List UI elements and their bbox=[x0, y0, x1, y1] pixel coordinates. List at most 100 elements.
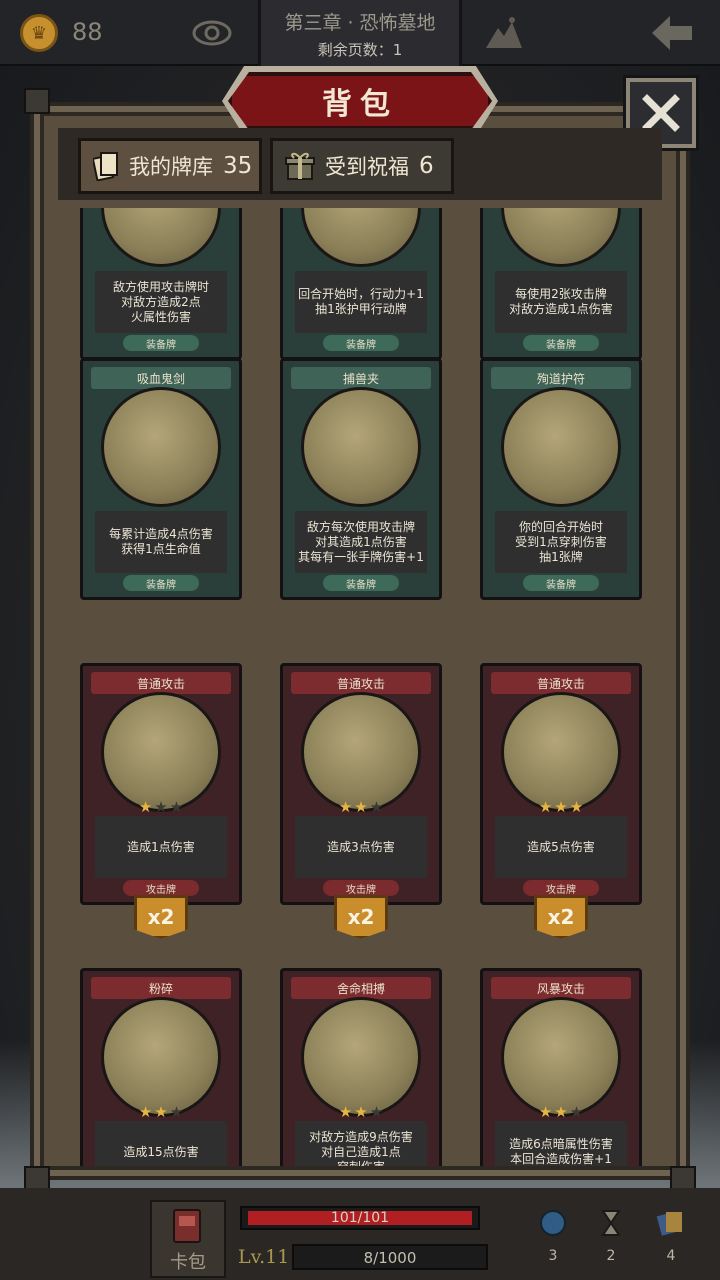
resource-count: 2 bbox=[606, 1248, 616, 1264]
card-description: 每累计造成4点伤害 获得1点生命值 bbox=[95, 511, 227, 573]
card[interactable]: 吸血鬼剑每累计造成4点伤害 获得1点生命值装备牌 bbox=[80, 358, 242, 600]
card-count-badge: x2 bbox=[334, 895, 388, 939]
star-rating: ★ ★ ★ bbox=[83, 798, 239, 816]
card-name: 普通攻击 bbox=[91, 672, 231, 694]
star-rating: ★ ★ ★ bbox=[83, 1103, 239, 1121]
card-name: 普通攻击 bbox=[491, 672, 631, 694]
star-icon: ★ bbox=[338, 1103, 353, 1121]
orb-icon bbox=[540, 1210, 566, 1236]
level-label: Lv.11 bbox=[238, 1246, 290, 1268]
star-icon: ★ bbox=[554, 798, 568, 816]
card[interactable]: 普通攻击 ★ ★ ★ 造成1点伤害 攻击牌 bbox=[80, 663, 242, 905]
card-description: 造成3点伤害 bbox=[295, 816, 427, 878]
card-type-label: 装备牌 bbox=[123, 335, 199, 351]
card[interactable]: 粉碎 ★ ★ ★ 造成15点伤害 bbox=[80, 968, 242, 1166]
card-description: 造成5点伤害 bbox=[495, 816, 627, 878]
card-description: 敌方使用攻击牌时 对敌方造成2点 火属性伤害 bbox=[95, 271, 227, 333]
star-icon: ★ bbox=[138, 1103, 153, 1121]
cards-icon bbox=[93, 152, 118, 181]
card-description: 造成6点暗属性伤害 本回合造成伤害+1 bbox=[495, 1121, 627, 1166]
card-name: 吸血鬼剑 bbox=[91, 367, 231, 389]
panel-title: 背包 bbox=[322, 87, 398, 122]
card-art bbox=[101, 387, 221, 507]
resource-orb[interactable]: 3 bbox=[528, 1208, 578, 1264]
card[interactable]: 普通攻击 ★ ★ ★ 造成3点伤害 攻击牌 bbox=[280, 663, 442, 905]
card[interactable]: 风暴攻击 ★ ★ ★ 造成6点暗属性伤害 本回合造成伤害+1 bbox=[480, 968, 642, 1166]
star-icon: ★ bbox=[554, 1103, 568, 1121]
card-name: 捕兽夹 bbox=[291, 367, 431, 389]
card-art bbox=[301, 387, 421, 507]
tab-bar: 我的牌库 35 受到祝福 6 bbox=[58, 128, 662, 200]
tab-label: 我的牌库 bbox=[129, 155, 213, 179]
hp-bar: 101/101 bbox=[240, 1206, 480, 1230]
resource-count: 4 bbox=[666, 1248, 676, 1264]
xp-text: 8/1000 bbox=[363, 1249, 417, 1267]
card-type-label: 攻击牌 bbox=[323, 880, 399, 896]
book-icon bbox=[173, 1209, 201, 1243]
card-type-label: 装备牌 bbox=[323, 575, 399, 591]
card-grid: 敌方使用攻击牌时 对敌方造成2点 火属性伤害 装备牌 回合开始时，行动力+1 抽1张… bbox=[60, 208, 660, 1166]
card-description: 回合开始时，行动力+1 抽1张护甲行动牌 bbox=[295, 271, 427, 333]
star-icon: ★ bbox=[569, 798, 584, 816]
star-icon: ★ bbox=[154, 798, 168, 816]
card[interactable]: 回合开始时，行动力+1 抽1张护甲行动牌 装备牌 bbox=[280, 208, 442, 360]
card-count-badge: x2 bbox=[534, 895, 588, 939]
star-rating: ★ ★ ★ bbox=[483, 798, 639, 816]
star-icon: ★ bbox=[169, 798, 184, 816]
card-art bbox=[501, 692, 621, 812]
star-icon: ★ bbox=[569, 1103, 584, 1121]
star-icon: ★ bbox=[138, 798, 153, 816]
card-type-label: 装备牌 bbox=[123, 575, 199, 591]
star-icon: ★ bbox=[338, 798, 353, 816]
star-rating: ★ ★ ★ bbox=[283, 798, 439, 816]
star-icon: ★ bbox=[538, 798, 553, 816]
hp-text: 101/101 bbox=[330, 1210, 390, 1226]
card-description: 敌方每次使用攻击牌 对其造成1点伤害 其每有一张手牌伤害+1 bbox=[295, 511, 427, 573]
coin-count: 88 bbox=[72, 18, 103, 46]
card-name: 殉道护符 bbox=[491, 367, 631, 389]
map-icon[interactable] bbox=[484, 14, 524, 50]
card-name: 粉碎 bbox=[91, 977, 231, 999]
top-status-bar: ♛ 88 第三章 · 恐怖墓地 剩余页数：1 bbox=[0, 0, 720, 66]
resource-hourglass[interactable]: 2 bbox=[586, 1208, 636, 1264]
card[interactable]: 殉道护符 你的回合开始时 受到1点穿刺伤害 抽1张牌 装备牌 bbox=[480, 358, 642, 600]
tab-count: 6 bbox=[419, 153, 434, 179]
eye-icon[interactable] bbox=[192, 18, 232, 48]
card[interactable]: 敌方使用攻击牌时 对敌方造成2点 火属性伤害装备牌 bbox=[80, 208, 242, 360]
card[interactable]: 舍命相搏★★★对敌方造成9点伤害 对自己造成1点 穿刺伤害 bbox=[280, 968, 442, 1166]
card[interactable]: 捕兽夹敌方每次使用攻击牌 对其造成1点伤害 其每有一张手牌伤害+1 装备牌 bbox=[280, 358, 442, 600]
tab-blessings[interactable]: 受到祝福 6 bbox=[270, 138, 454, 194]
card-art bbox=[101, 997, 221, 1117]
card-pack-button[interactable]: 卡包 bbox=[150, 1200, 226, 1278]
card-art bbox=[301, 997, 421, 1117]
tab-my-deck[interactable]: 我的牌库 35 bbox=[78, 138, 262, 194]
card-art bbox=[501, 997, 621, 1117]
back-arrow-icon[interactable] bbox=[650, 14, 694, 52]
chapter-info: 第三章 · 恐怖墓地 剩余页数：1 bbox=[258, 0, 462, 66]
card-type-label: 装备牌 bbox=[523, 335, 599, 351]
card-art bbox=[101, 692, 221, 812]
card[interactable]: 每使用2张攻击牌 对敌方造成1点伤害 装备牌 bbox=[480, 208, 642, 360]
card-type-label: 攻击牌 bbox=[523, 880, 599, 896]
star-icon: ★ bbox=[354, 1103, 368, 1121]
star-icon: ★ bbox=[369, 1103, 384, 1121]
card[interactable]: 普通攻击 ★ ★ ★ 造成5点伤害 攻击牌 bbox=[480, 663, 642, 905]
title-ribbon: 背包 bbox=[228, 72, 492, 130]
star-icon: ★ bbox=[369, 798, 384, 816]
star-icon: ★ bbox=[538, 1103, 553, 1121]
resource-cards[interactable]: 4 bbox=[646, 1208, 696, 1264]
panel-corner bbox=[24, 88, 50, 114]
star-rating: ★ ★ ★ bbox=[283, 1103, 439, 1121]
card-stack-icon bbox=[656, 1212, 682, 1236]
card-description: 造成15点伤害 bbox=[95, 1121, 227, 1166]
card-art bbox=[501, 208, 621, 267]
card-art bbox=[501, 387, 621, 507]
gift-icon bbox=[285, 152, 315, 180]
xp-bar: 8/1000 bbox=[292, 1244, 488, 1270]
star-icon: ★ bbox=[169, 1103, 184, 1121]
tab-label: 受到祝福 bbox=[325, 155, 409, 179]
star-icon: ★ bbox=[154, 1103, 168, 1121]
card-art bbox=[301, 692, 421, 812]
card-description: 对敌方造成9点伤害 对自己造成1点 穿刺伤害 bbox=[295, 1121, 427, 1166]
card-name: 舍命相搏 bbox=[291, 977, 431, 999]
